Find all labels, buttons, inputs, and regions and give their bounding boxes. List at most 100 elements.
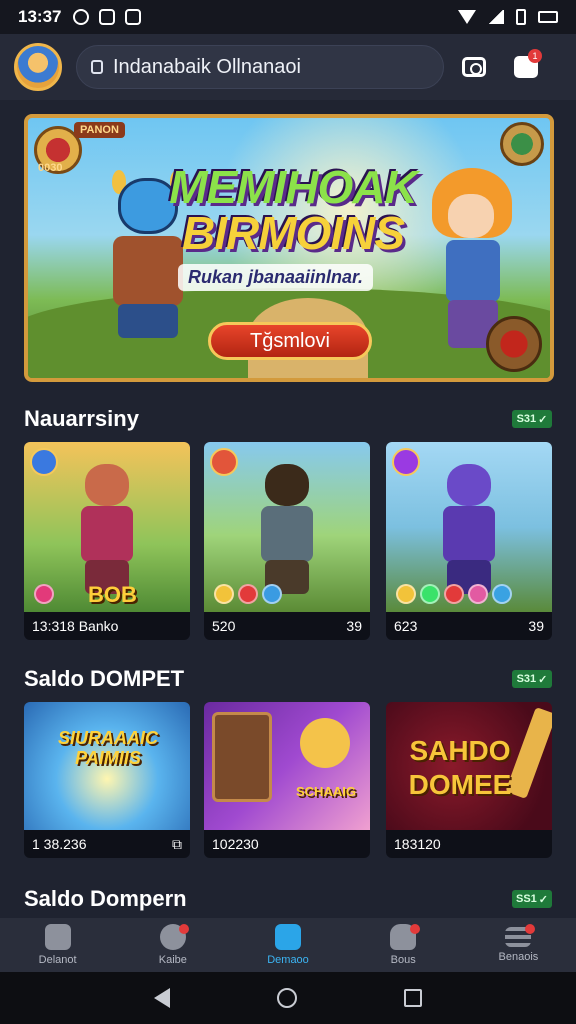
banner-title: MEMIHOAK BIRMOINS — [158, 164, 428, 256]
nav-item-bous[interactable]: Bous — [346, 918, 461, 972]
gem-icon — [444, 584, 464, 604]
game-card[interactable]: 520 39 — [204, 442, 370, 640]
card-character — [300, 718, 350, 768]
back-icon[interactable] — [153, 988, 170, 1008]
search-input[interactable]: Indanabaik Ollnanaoi — [76, 45, 444, 89]
card-count: 39 — [346, 618, 362, 634]
gem-icon — [214, 584, 234, 604]
section-badge[interactable]: SS1 ✓ — [512, 890, 552, 908]
card-footer: 520 39 — [204, 612, 370, 640]
card-footer: 183120 — [386, 830, 552, 858]
notification-badge — [524, 924, 535, 934]
gem-icon — [396, 584, 416, 604]
chest-icon — [212, 712, 272, 802]
gem-icon — [262, 584, 282, 604]
promo-card[interactable]: SCHAAIG 102230 — [204, 702, 370, 858]
card-label: SAHDO DOMEE — [408, 735, 512, 800]
nav-item-menu[interactable]: Benaois — [461, 918, 576, 972]
gem-row — [214, 584, 282, 604]
puzzle-button[interactable]: 1 — [504, 45, 548, 89]
card-label: SIURAAAIC PAIMIIS — [57, 728, 158, 768]
gem-icon — [420, 584, 440, 604]
nav-item-wallet[interactable]: Demaoo — [230, 918, 345, 972]
system-nav — [0, 972, 576, 1024]
check-icon: ✓ — [538, 673, 548, 686]
status-bar: 13:37 — [0, 0, 576, 34]
signal-icon — [488, 10, 504, 24]
promo-card[interactable]: SAHDO DOMEE 183120 — [386, 702, 552, 858]
card-value: 102230 — [212, 836, 259, 852]
notification-badge: 1 — [528, 49, 542, 63]
recents-icon[interactable] — [404, 989, 423, 1007]
game-card[interactable]: 623 39 — [386, 442, 552, 640]
gem-row — [34, 584, 54, 604]
notification-badge — [409, 924, 420, 934]
chest-icon — [500, 122, 544, 166]
nav-label: Bous — [390, 954, 416, 966]
card-footer: 1 38.236 ⧉ — [24, 830, 190, 858]
nav-label: Delanot — [38, 954, 77, 966]
card-character — [249, 464, 325, 594]
wallet-icon — [275, 924, 301, 950]
nav-label: Kaibe — [158, 954, 187, 966]
search-text: Indanabaik Ollnanaoi — [113, 55, 301, 78]
section-badge-label: S31 — [516, 413, 537, 425]
gem-icon — [34, 584, 54, 604]
section-badge[interactable]: S31 ✓ — [512, 670, 552, 688]
promo-banner[interactable]: PANON 0030 MEMIHOAK BIRMOINS Rukan jbana… — [24, 114, 554, 382]
badge-number: 0030 — [38, 162, 63, 174]
section-title: Nauarrsiny — [24, 406, 139, 431]
section-badge-label: SS1 — [515, 893, 537, 905]
card-value: 183120 — [394, 836, 441, 852]
card-label: SCHAAIG — [296, 784, 356, 799]
emblem-icon — [486, 316, 542, 372]
card-value: 13:318 Banko — [32, 618, 119, 634]
game-card[interactable]: BOB 13:318 Banko — [24, 442, 190, 640]
nav-label: Benaois — [498, 951, 539, 963]
bottom-nav: Delanot Kaibe Demaoo Bous Benaois — [0, 918, 576, 972]
notification-icon — [73, 9, 90, 25]
gem-icon — [492, 584, 512, 604]
nav-item-home[interactable]: Delanot — [0, 918, 115, 972]
sim-icon — [516, 9, 526, 25]
card-value: 623 — [394, 618, 418, 634]
game-notification-icon — [125, 9, 142, 25]
check-icon: ✓ — [538, 893, 548, 906]
nav-item-kaibe[interactable]: Kaibe — [115, 918, 230, 972]
app-notification-icon — [99, 9, 116, 25]
card-character — [431, 464, 507, 594]
card-footer: 13:318 Banko — [24, 612, 190, 640]
gem-icon — [392, 448, 420, 476]
gem-icon — [30, 448, 58, 476]
banner-subtitle: Rukan jbanaaiinlnar. — [178, 264, 374, 291]
gem-icon — [468, 584, 488, 604]
home-circle-icon[interactable] — [276, 988, 297, 1008]
notification-badge — [179, 924, 190, 934]
card-label: BOB — [88, 582, 137, 607]
home-icon — [44, 924, 71, 950]
gem-icon — [238, 584, 258, 604]
status-time: 13:37 — [18, 7, 62, 26]
check-icon: ✓ — [538, 413, 548, 426]
gem-row — [396, 584, 512, 604]
camera-button[interactable] — [452, 45, 496, 89]
section-badge[interactable]: S31 ✓ — [512, 410, 552, 428]
banner-title-line1: MEMIHOAK — [169, 161, 418, 213]
battery-icon — [538, 11, 558, 23]
section-badge-label: S31 — [516, 673, 537, 685]
section-title: Saldo Dompern — [24, 886, 187, 911]
card-value: 520 — [212, 618, 236, 634]
share-icon[interactable]: ⧉ — [172, 836, 182, 853]
gem-icon — [210, 448, 238, 476]
app-header: Indanabaik Ollnanaoi 1 — [0, 34, 576, 100]
banner-cta-button[interactable]: Tğsmlovi — [208, 322, 372, 360]
camera-icon — [462, 57, 486, 77]
banner-level-badge: PANON 0030 — [34, 120, 126, 180]
avatar[interactable] — [14, 43, 62, 91]
card-footer: 102230 — [204, 830, 370, 858]
nav-label: Demaoo — [267, 954, 309, 966]
card-character — [69, 464, 145, 594]
promo-card[interactable]: SIURAAAIC PAIMIIS 1 38.236 ⧉ — [24, 702, 190, 858]
card-value: 1 38.236 — [32, 836, 87, 852]
wifi-icon — [458, 10, 476, 24]
